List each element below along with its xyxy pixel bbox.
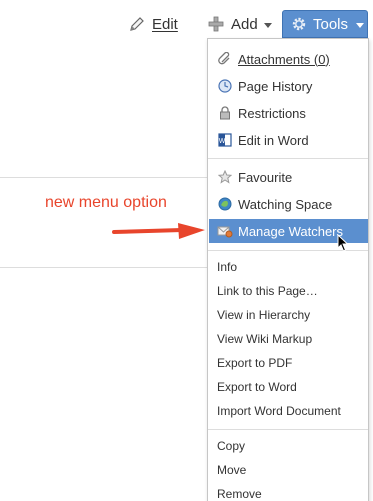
menu-item-page-history[interactable]: Page History: [209, 74, 368, 98]
menu-item-label: Manage Watchers: [238, 223, 344, 239]
annotation-text: new menu option: [45, 194, 167, 211]
star-icon: [217, 169, 233, 185]
plus-icon: [207, 15, 225, 33]
menu-item-label: Move: [217, 463, 247, 477]
menu-item-label: View Wiki Markup: [217, 332, 313, 346]
menu-item-import-word[interactable]: Import Word Document: [209, 400, 368, 422]
add-button[interactable]: Add: [207, 10, 272, 38]
menu-item-watching-space[interactable]: Watching Space: [209, 192, 368, 216]
menu-item-label: Attachments (0): [238, 51, 330, 67]
menu-item-restrictions[interactable]: Restrictions: [209, 101, 368, 125]
chevron-down-icon: [263, 22, 272, 28]
menu-item-label: Page History: [238, 78, 313, 94]
watchers-icon: [217, 223, 233, 239]
menu-item-link-to-page[interactable]: Link to this Page…: [209, 280, 368, 302]
edit-button[interactable]: Edit: [128, 10, 178, 38]
menu-item-label: Watching Space: [238, 196, 333, 212]
tools-button[interactable]: Tools: [282, 10, 368, 38]
menu-item-export-word[interactable]: Export to Word: [209, 376, 368, 398]
menu-item-label: Link to this Page…: [217, 284, 318, 298]
pencil-icon: [128, 15, 146, 33]
chevron-down-icon: [356, 22, 365, 28]
menu-item-edit-in-word[interactable]: W Edit in Word: [209, 128, 368, 152]
page-divider: [0, 177, 210, 178]
menu-item-label: Restrictions: [238, 105, 306, 121]
menu-item-label: Favourite: [238, 169, 293, 185]
eye-icon: [217, 196, 233, 212]
menu-item-attachments[interactable]: Attachments (0): [209, 47, 368, 71]
menu-item-label: Remove: [217, 487, 262, 501]
menu-item-label: Import Word Document: [217, 404, 341, 418]
menu-item-label: Export to Word: [217, 380, 297, 394]
tools-dropdown-menu: Attachments (0) Page History Restriction…: [207, 38, 369, 501]
page-divider: [0, 267, 210, 268]
menu-item-view-in-hierarchy[interactable]: View in Hierarchy: [209, 304, 368, 326]
mouse-cursor-icon: [337, 234, 349, 252]
edit-label: Edit: [152, 15, 178, 33]
menu-item-label: Edit in Word: [238, 132, 309, 148]
annotation-arrow-icon: [112, 223, 205, 239]
menu-item-label: Export to PDF: [217, 356, 293, 370]
menu-item-favourite[interactable]: Favourite: [209, 165, 368, 189]
clock-icon: [217, 78, 233, 94]
menu-item-label: Copy: [217, 439, 246, 453]
menu-item-label: View in Hierarchy: [217, 308, 311, 322]
add-label: Add: [231, 15, 258, 33]
menu-item-info[interactable]: Info: [209, 256, 368, 278]
menu-separator: [208, 158, 368, 159]
menu-item-move[interactable]: Move: [209, 459, 368, 481]
menu-item-export-pdf[interactable]: Export to PDF: [209, 352, 368, 374]
menu-item-view-wiki-markup[interactable]: View Wiki Markup: [209, 328, 368, 350]
paperclip-icon: [217, 51, 233, 67]
gear-icon: [291, 16, 307, 32]
menu-item-remove[interactable]: Remove: [209, 483, 368, 501]
menu-item-label: Info: [217, 260, 238, 274]
lock-icon: [217, 105, 233, 121]
svg-text:W: W: [219, 138, 226, 145]
menu-item-copy[interactable]: Copy: [209, 435, 368, 457]
menu-separator: [208, 429, 368, 430]
word-icon: W: [217, 132, 233, 148]
tools-label: Tools: [313, 15, 349, 33]
